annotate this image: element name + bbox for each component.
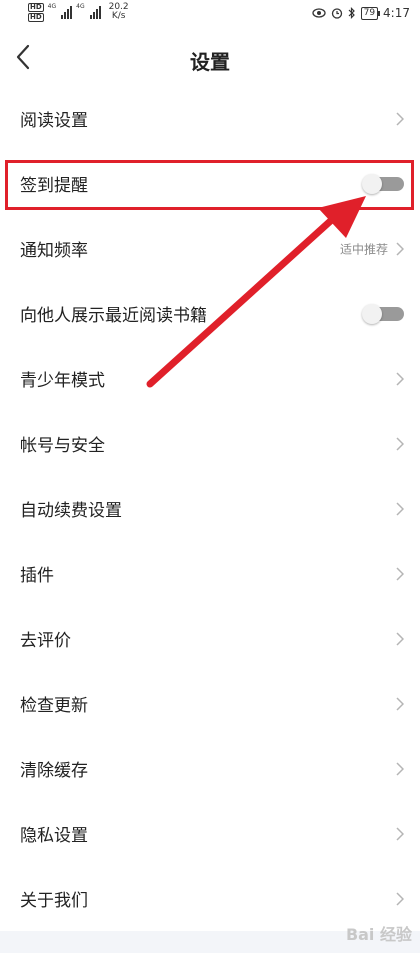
chevron-right-icon [396, 436, 404, 451]
settings-item-label: 隐私设置 [20, 826, 88, 846]
status-left: HD HD 4G 4G 20.2 K/s [28, 3, 129, 22]
chevron-right-icon [396, 241, 404, 256]
toggle-knob [362, 303, 382, 324]
settings-item-label: 帐号与安全 [20, 436, 105, 456]
chevron-right-icon [396, 501, 404, 516]
nav-header: 设置 [0, 30, 420, 86]
bluetooth-icon [348, 7, 355, 19]
settings-item-label: 关于我们 [20, 891, 88, 911]
settings-item-rate[interactable]: 去评价 [0, 606, 420, 671]
hd-badges: HD HD [28, 3, 44, 22]
settings-item-label: 插件 [20, 566, 54, 586]
settings-item-clear-cache[interactable]: 清除缓存 [0, 736, 420, 801]
status-bar: HD HD 4G 4G 20.2 K/s 79 4:17 [0, 0, 420, 28]
settings-item-check-update[interactable]: 检查更新 [0, 671, 420, 736]
watermark: Bai 经验 [345, 925, 412, 944]
chevron-right-icon [396, 696, 404, 711]
show-recent-reading-toggle[interactable] [362, 303, 404, 324]
settings-item-notification-frequency[interactable]: 通知频率 适中推荐 [0, 216, 420, 281]
settings-item-privacy[interactable]: 隐私设置 [0, 801, 420, 866]
settings-item-auto-renew[interactable]: 自动续费设置 [0, 476, 420, 541]
settings-item-label: 自动续费设置 [20, 501, 122, 521]
chevron-right-icon [396, 631, 404, 646]
chevron-right-icon [396, 111, 404, 126]
speed-unit: K/s [111, 11, 126, 21]
highlight-box [5, 160, 414, 210]
network-type-label: 4G [76, 3, 85, 10]
page-title: 设置 [190, 50, 230, 74]
chevron-right-icon [396, 761, 404, 776]
settings-item-label: 青少年模式 [20, 371, 105, 391]
settings-item-label: 清除缓存 [20, 761, 88, 781]
signal-icon [61, 5, 73, 19]
signal-icon [89, 5, 101, 19]
chevron-right-icon [396, 371, 404, 386]
settings-item-label: 去评价 [20, 631, 71, 651]
settings-item-show-recent-reading[interactable]: 向他人展示最近阅读书籍 [0, 281, 420, 346]
battery-indicator: 79 [360, 6, 381, 20]
settings-list: 阅读设置 签到提醒 通知频率 适中推荐 向他人展示最近阅读书籍 青少年模式 帐号… [0, 86, 420, 931]
hd-badge: HD [28, 13, 44, 22]
chevron-right-icon [396, 826, 404, 841]
hd-badge: HD [28, 3, 44, 12]
network-speed: 20.2 K/s [109, 3, 129, 21]
network-type-label: 4G [47, 3, 57, 10]
eye-icon [311, 8, 326, 18]
settings-item-account-security[interactable]: 帐号与安全 [0, 411, 420, 476]
alarm-icon [331, 8, 342, 19]
settings-item-teen-mode[interactable]: 青少年模式 [0, 346, 420, 411]
clock: 4:17 [383, 6, 410, 20]
settings-item-reading[interactable]: 阅读设置 [0, 86, 420, 151]
settings-item-plugins[interactable]: 插件 [0, 541, 420, 606]
settings-item-label: 检查更新 [20, 696, 88, 716]
chevron-right-icon [396, 566, 404, 581]
settings-item-label: 通知频率 [20, 241, 88, 261]
notification-frequency-value: 适中推荐 [339, 242, 388, 256]
status-right: 79 4:17 [311, 6, 410, 20]
settings-item-label: 阅读设置 [20, 111, 88, 131]
chevron-right-icon [396, 891, 404, 906]
settings-item-label: 向他人展示最近阅读书籍 [20, 306, 207, 326]
